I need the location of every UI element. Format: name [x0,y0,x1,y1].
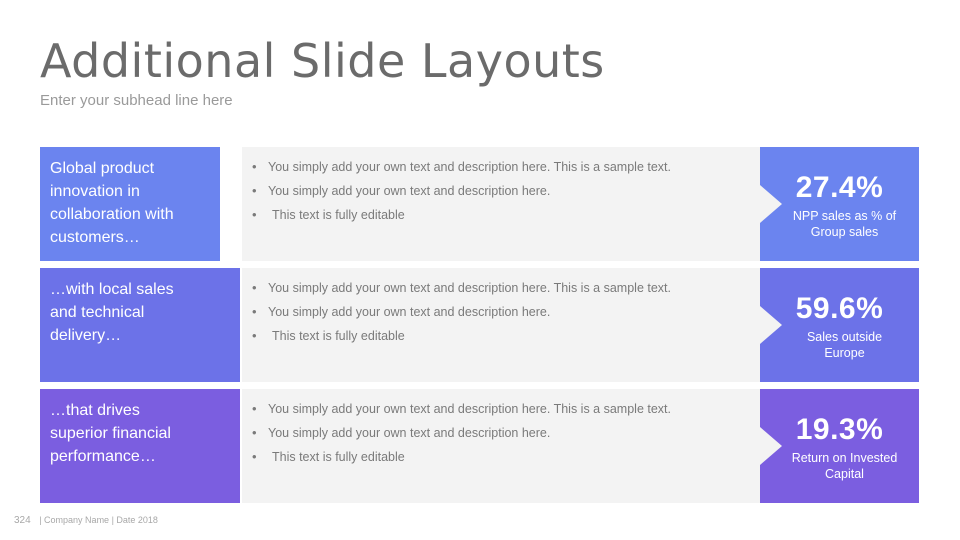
slide-title: Additional Slide Layouts [40,34,605,88]
row-2-stat-box: 59.6% Sales outside Europe [760,268,919,382]
row-2-bullets: You simply add your own text and descrip… [240,268,760,382]
slide-subhead: Enter your subhead line here [40,92,233,109]
content-row-3: …that drives superior financial performa… [40,389,919,503]
bullet-item: You simply add your own text and descrip… [252,155,760,179]
row-1-stat-box: 27.4% NPP sales as % of Group sales [760,147,919,261]
row-3-stat-box: 19.3% Return on Invested Capital [760,389,919,503]
row-3-heading: …that drives superior financial performa… [40,389,240,503]
stat-value: 19.3% [795,413,884,446]
stat-description: Return on Invested Capital [791,451,898,481]
bullet-item: You simply add your own text and descrip… [252,300,760,324]
bullet-item: You simply add your own text and descrip… [252,179,760,203]
bullet-item: This text is fully editable [252,445,760,469]
stat-description: NPP sales as % of Group sales [792,209,897,239]
row-1-bullets: You simply add your own text and descrip… [240,147,760,261]
content-row-2: …with local sales and technical delivery… [40,268,919,382]
stat-description: Sales outside Europe [806,330,883,360]
row-1-heading: Global product innovation in collaborati… [40,147,220,261]
content-row-1: Global product innovation in collaborati… [40,147,919,261]
bullet-item: You simply add your own text and descrip… [252,276,760,300]
stat-value: 27.4% [795,171,884,204]
bullet-item: This text is fully editable [252,203,760,227]
slide-footer: 324 | Company Name | Date 2018 [14,515,158,526]
row-2-heading: …with local sales and technical delivery… [40,268,240,382]
bullet-item: This text is fully editable [252,324,760,348]
row-3-bullets: You simply add your own text and descrip… [240,389,760,503]
bullet-item: You simply add your own text and descrip… [252,421,760,445]
page-number: 324 [14,515,31,526]
footer-text: | Company Name | Date 2018 [39,515,158,525]
stat-value: 59.6% [795,292,884,325]
bullet-item: You simply add your own text and descrip… [252,397,760,421]
